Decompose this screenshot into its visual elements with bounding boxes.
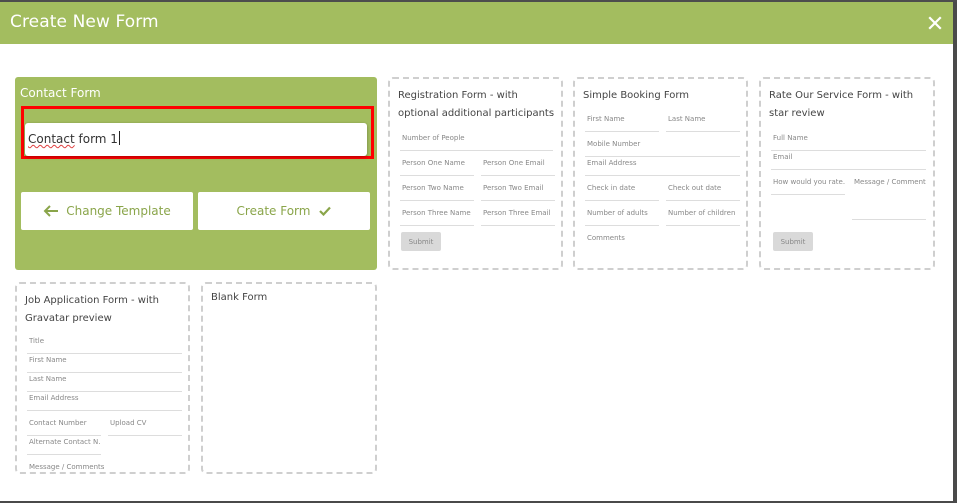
field-preview: Email xyxy=(771,150,926,170)
arrow-left-icon xyxy=(43,205,59,217)
field-preview: Person One Name xyxy=(400,156,474,176)
create-form-modal: Create New Form Contact Form Contact for… xyxy=(0,2,953,501)
field-preview: Last Name xyxy=(27,372,182,392)
form-name-input[interactable] xyxy=(25,123,367,156)
change-template-button[interactable]: Change Template xyxy=(21,192,193,230)
field-preview: Check in date xyxy=(585,181,659,201)
field-preview: Message / Comments xyxy=(29,463,105,471)
field-preview: Last Name xyxy=(666,112,740,132)
field-preview: Message / Comments xyxy=(852,175,926,220)
modal-header: Create New Form xyxy=(0,2,953,44)
template-card-registration[interactable]: Registration Form - with optional additi… xyxy=(388,77,563,270)
template-title: Rate Our Service Form - with star review xyxy=(769,90,914,119)
selected-template-card: Contact Form Contact form 1 Change Templ… xyxy=(15,77,377,270)
field-preview: Person One Email xyxy=(481,156,555,176)
field-preview: Number of children xyxy=(666,206,740,226)
modal-title: Create New Form xyxy=(10,12,159,32)
template-card-blank[interactable]: Blank Form xyxy=(201,282,377,474)
field-preview: Email Address xyxy=(27,391,182,411)
field-preview: Alternate Contact N... xyxy=(27,435,101,455)
field-preview: Check out date xyxy=(666,181,740,201)
field-preview: Contact Number xyxy=(27,416,101,436)
template-title: Job Application Form - with Gravatar pre… xyxy=(25,295,160,324)
field-preview: How would you rate... xyxy=(771,175,845,195)
close-button[interactable] xyxy=(927,15,943,31)
checkmark-icon xyxy=(319,206,332,216)
template-card-booking[interactable]: Simple Booking Form First Name Last Name… xyxy=(573,77,748,270)
field-preview: Mobile Number xyxy=(585,137,740,157)
change-template-label: Change Template xyxy=(66,204,171,218)
field-preview: Title xyxy=(27,334,182,354)
template-card-job-application[interactable]: Job Application Form - with Gravatar pre… xyxy=(15,282,190,474)
template-title: Simple Booking Form xyxy=(583,90,690,101)
submit-preview: Submit xyxy=(401,232,441,251)
field-preview: Upload CV xyxy=(108,416,182,436)
field-preview: Person Three Name xyxy=(400,206,474,226)
field-preview: Person Three Email xyxy=(481,206,555,226)
field-preview: Person Two Name xyxy=(400,181,474,201)
create-form-button[interactable]: Create Form xyxy=(198,192,370,230)
template-card-rate-service[interactable]: Rate Our Service Form - with star review… xyxy=(759,77,935,270)
selected-template-title: Contact Form xyxy=(20,86,101,100)
submit-preview: Submit xyxy=(773,232,813,251)
field-preview: Person Two Email xyxy=(481,181,555,201)
template-title: Blank Form xyxy=(211,292,268,303)
field-preview: Number of People xyxy=(400,131,553,151)
field-preview: First Name xyxy=(585,112,659,132)
create-form-label: Create Form xyxy=(236,204,311,218)
close-icon xyxy=(928,16,942,30)
field-preview: Full Name xyxy=(771,131,926,151)
field-preview: Comments xyxy=(587,234,625,242)
field-preview: Number of adults xyxy=(585,206,659,226)
field-preview: Email Address xyxy=(585,156,740,176)
template-title: Registration Form - with optional additi… xyxy=(398,90,555,119)
field-preview: First Name xyxy=(27,353,182,373)
